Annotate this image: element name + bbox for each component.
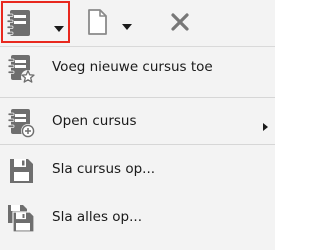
toolbar — [0, 0, 275, 46]
menu-item-label: Voeg nieuwe cursus toe — [52, 59, 213, 75]
menu-separator — [0, 144, 275, 145]
close-icon — [170, 12, 190, 36]
notebook-star-icon — [6, 53, 36, 89]
course-notebook-button[interactable] — [1, 1, 70, 43]
chevron-down-icon[interactable] — [54, 20, 64, 36]
course-dropdown-menu: Voeg nieuwe cursus toe Open cursus Sla c… — [0, 46, 275, 250]
menu-item-label: Sla cursus op... — [52, 161, 156, 177]
course-notebook-icon — [5, 8, 35, 42]
menu-separator — [0, 97, 275, 98]
floppy-disk-icon — [6, 155, 36, 191]
floppy-disks-icon — [6, 203, 36, 239]
menu-item-label: Open cursus — [52, 113, 137, 129]
chevron-down-icon[interactable] — [122, 18, 132, 34]
menu-item-open-course[interactable]: Open cursus — [0, 101, 275, 144]
menu-item-save-all[interactable]: Sla alles op... — [0, 197, 275, 240]
new-document-button[interactable] — [85, 1, 145, 43]
menu-item-save-course[interactable]: Sla cursus op... — [0, 149, 275, 192]
blank-document-icon — [85, 7, 109, 41]
submenu-arrow-icon — [263, 119, 268, 135]
menu-item-add-new-course[interactable]: Voeg nieuwe cursus toe — [0, 47, 275, 90]
menu-item-label: Sla alles op... — [52, 209, 142, 225]
notebook-add-icon — [6, 107, 36, 143]
close-button[interactable] — [162, 1, 200, 43]
